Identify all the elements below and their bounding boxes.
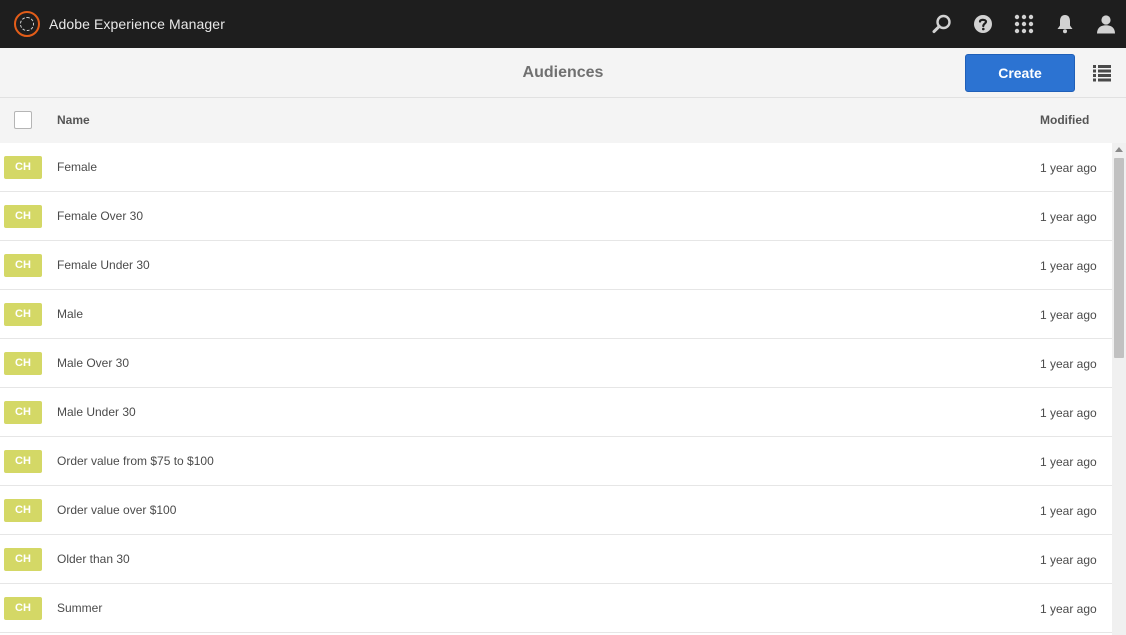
table-row[interactable]: CH Female Under 30 1 year ago (0, 241, 1112, 290)
aem-logo-icon (14, 11, 40, 37)
contexthub-badge: CH (4, 597, 42, 620)
table-row[interactable]: CH Female 1 year ago (0, 143, 1112, 192)
modified-date: 1 year ago (1040, 308, 1097, 322)
table-row[interactable]: CH Male Over 30 1 year ago (0, 339, 1112, 388)
modified-date: 1 year ago (1040, 504, 1097, 518)
audience-name: Order value from $75 to $100 (57, 454, 214, 468)
list-view-icon[interactable] (1091, 63, 1113, 83)
modified-date: 1 year ago (1040, 210, 1097, 224)
contexthub-badge: CH (4, 352, 42, 375)
table-row[interactable]: CH Order value over $100 1 year ago (0, 486, 1112, 535)
table-row[interactable]: CH Female Over 30 1 year ago (0, 192, 1112, 241)
modified-date: 1 year ago (1040, 455, 1097, 469)
audience-name: Order value over $100 (57, 503, 177, 517)
help-icon[interactable] (962, 0, 1003, 48)
table-row[interactable]: CH Male Under 30 1 year ago (0, 388, 1112, 437)
create-button[interactable]: Create (965, 54, 1075, 92)
apps-grid-icon[interactable] (1003, 0, 1044, 48)
search-icon[interactable] (921, 0, 962, 48)
page-title: Audiences (522, 64, 604, 81)
audience-name: Female Under 30 (57, 258, 150, 272)
table-row[interactable]: CH Older than 30 1 year ago (0, 535, 1112, 584)
contexthub-badge: CH (4, 450, 42, 473)
app-name: Adobe Experience Manager (49, 16, 225, 32)
modified-date: 1 year ago (1040, 161, 1097, 175)
audience-name: Older than 30 (57, 552, 130, 566)
table-row[interactable]: CH Male 1 year ago (0, 290, 1112, 339)
audience-name: Male Under 30 (57, 405, 136, 419)
modified-date: 1 year ago (1040, 602, 1097, 616)
contexthub-badge: CH (4, 254, 42, 277)
contexthub-badge: CH (4, 548, 42, 571)
audience-name: Female (57, 160, 98, 174)
contexthub-badge: CH (4, 499, 42, 522)
shell-header: Adobe Experience Manager (0, 0, 1126, 48)
audience-name: Male (57, 307, 84, 321)
contexthub-badge: CH (4, 205, 42, 228)
contexthub-badge: CH (4, 401, 42, 424)
action-bar: Audiences Create (0, 48, 1126, 98)
audience-list: CH Female 1 year ago CH Female Over 30 1… (0, 143, 1112, 635)
table-row[interactable]: CH Summer 1 year ago (0, 584, 1112, 633)
user-profile-icon[interactable] (1085, 0, 1126, 48)
column-header-modified[interactable]: Modified (1040, 98, 1089, 143)
audience-name: Summer (57, 601, 103, 615)
notifications-bell-icon[interactable] (1044, 0, 1085, 48)
audience-name: Male Over 30 (57, 356, 130, 370)
column-header-name[interactable]: Name (57, 98, 90, 143)
shell-actions (921, 0, 1126, 48)
modified-date: 1 year ago (1040, 553, 1097, 567)
vertical-scrollbar[interactable] (1112, 143, 1126, 635)
scrollbar-thumb[interactable] (1114, 158, 1124, 358)
brand[interactable]: Adobe Experience Manager (14, 11, 225, 37)
modified-date: 1 year ago (1040, 406, 1097, 420)
contexthub-badge: CH (4, 303, 42, 326)
contexthub-badge: CH (4, 156, 42, 179)
select-all-checkbox[interactable] (14, 111, 32, 129)
modified-date: 1 year ago (1040, 259, 1097, 273)
scroll-up-arrow-icon[interactable] (1115, 147, 1123, 152)
table-row[interactable]: CH Order value from $75 to $100 1 year a… (0, 437, 1112, 486)
table-header: Name Modified (0, 98, 1126, 143)
audience-name: Female Over 30 (57, 209, 144, 223)
modified-date: 1 year ago (1040, 357, 1097, 371)
